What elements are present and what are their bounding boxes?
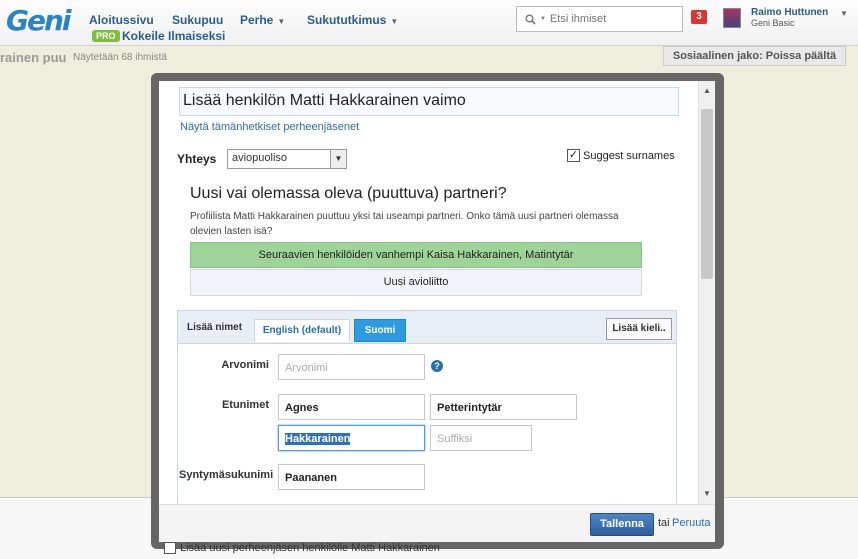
scroll-up-icon[interactable]: ▲ [699,83,715,99]
cancel-link[interactable]: Peruuta [672,517,711,529]
title-input[interactable]: Arvonimi [278,354,425,380]
checkbox-checked-icon[interactable]: ✓ [567,149,580,162]
search-icon [525,14,536,25]
or-text: tai [658,517,670,529]
avatar[interactable] [723,8,741,28]
scroll-down-icon[interactable]: ▼ [699,486,715,502]
nav-aloitussivu[interactable]: Aloitussivu [89,13,154,27]
partner-heading: Uusi vai olemassa oleva (puuttuva) partn… [190,185,507,202]
user-name[interactable]: Raimo Huttunen [751,7,828,18]
birth-surname-input[interactable]: Paananen [278,464,425,490]
social-share-button[interactable]: Sosiaalinen jako: Poissa päältä [663,46,846,66]
suffix-input[interactable]: Suffiksi [430,425,532,451]
suggest-surnames-label: Suggest surnames [583,149,675,162]
suggest-surnames-toggle[interactable]: ✓ Suggest surnames [567,149,675,162]
checkbox-unchecked-icon[interactable] [164,542,176,554]
nav-sukupuu[interactable]: Sukupuu [172,13,223,27]
dialog-title: Lisää henkilön Matti Hakkarainen vaimo [179,87,679,116]
try-pro-link[interactable]: Kokeile Ilmaiseksi [122,29,225,43]
language-tabs: Lisää nimet English (default) Suomi Lisä… [178,311,676,344]
birth-surname-label: Syntymäsukunimi [179,469,274,481]
user-plan: Geni Basic [751,18,795,28]
tab-english[interactable]: English (default) [254,319,350,342]
pro-badge: PRO [92,30,120,42]
add-wife-dialog: Lisää henkilön Matti Hakkarainen vaimo N… [159,81,715,504]
relationship-value: aviopuoliso [232,152,288,164]
save-button[interactable]: Tallenna [590,513,654,536]
nav-sukututkimus[interactable]: Sukututkimus ▼ [307,13,398,27]
add-family-member-toggle[interactable]: Lisää uusi perheenjäsen henkilölle Matti… [164,542,440,554]
relationship-select[interactable]: aviopuoliso ▼ [227,149,347,169]
search-box[interactable]: ▼ [516,6,683,32]
relationship-label: Yhteys [177,152,217,166]
page-title: rainen puu [0,50,67,65]
people-count: Näytetään 68 ihmistä [73,52,167,63]
geni-logo[interactable]: Geni [6,4,72,37]
scroll-thumb[interactable] [701,109,713,279]
chevron-down-icon: ▼ [330,150,346,168]
add-family-member-label: Lisää uusi perheenjäsen henkilölle Matti… [180,542,440,554]
help-icon[interactable]: ? [431,360,443,372]
first-name-input[interactable]: Agnes [278,394,425,420]
chevron-down-icon: ▼ [277,17,286,26]
user-menu-chevron-icon[interactable]: ▼ [840,9,848,18]
middle-name-input[interactable]: Petterintytär [430,394,577,420]
dialog-scrollbar[interactable]: ▲ ▼ [698,81,715,504]
search-input[interactable] [549,13,680,25]
notification-badge[interactable]: 3 [691,10,707,24]
dialog-footer: Tallenna tai Peruuta [159,504,715,542]
nav-perhe[interactable]: Perhe ▼ [240,13,285,27]
show-family-link[interactable]: Näytä tämänhetkiset perheenjäsenet [180,121,359,133]
search-dropdown-icon[interactable]: ▼ [540,16,546,22]
title-label: Arvonimi [221,359,269,371]
last-name-input[interactable]: Hakkarainen [278,425,425,451]
chevron-down-icon: ▼ [390,17,399,26]
logo-text: Geni [6,4,72,37]
partner-description: Profiilista Matti Hakkarainen puuttuu yk… [190,211,619,237]
names-section-label: Lisää nimet [187,322,243,333]
add-language-button[interactable]: Lisää kieli.. [606,318,672,340]
first-name-label: Etunimet [221,399,269,411]
top-navigation-bar: Geni Aloitussivu Sukupuu Perhe ▼ Sukututk… [0,0,858,46]
tab-finnish[interactable]: Suomi [354,319,406,342]
option-existing-partner[interactable]: Seuraavien henkilöiden vanhempi Kaisa Ha… [190,242,642,268]
last-name-value: Hakkarainen [285,433,351,445]
option-new-marriage[interactable]: Uusi avioliitto [190,269,642,296]
